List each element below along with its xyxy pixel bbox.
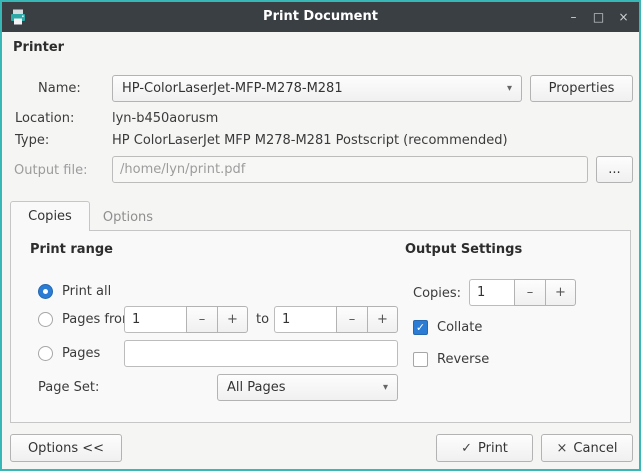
page-from-spinner: 1 – +	[124, 306, 248, 333]
reverse-label: Reverse	[437, 352, 489, 367]
output-file-label: Output file:	[14, 163, 87, 178]
location-value: lyn-b450aorusm	[112, 111, 218, 126]
pages-label: Pages	[62, 346, 100, 361]
tab-copies[interactable]: Copies	[10, 201, 90, 231]
checkmark-icon: ✓	[416, 321, 425, 334]
to-label: to	[256, 312, 269, 327]
maximize-icon[interactable]: □	[586, 5, 611, 29]
reverse-checkbox[interactable]	[413, 352, 428, 367]
window-controls: – □ ×	[561, 2, 636, 32]
titlebar[interactable]: Print Document – □ ×	[2, 2, 639, 32]
close-icon[interactable]: ×	[611, 5, 636, 29]
minus-icon[interactable]: –	[186, 306, 217, 333]
pages-input[interactable]	[124, 340, 398, 367]
check-icon: ✓	[461, 441, 472, 456]
type-value: HP ColorLaserJet MFP M278-M281 Postscrip…	[112, 133, 508, 148]
name-label: Name:	[38, 81, 81, 96]
page-set-value: All Pages	[227, 380, 286, 395]
printer-section-heading: Printer	[13, 40, 64, 55]
print-range-heading: Print range	[30, 242, 113, 257]
copies-tab-panel: Print range Print all Pages from 1 – + t…	[10, 230, 631, 423]
print-button[interactable]: ✓ Print	[436, 434, 533, 462]
options-toggle-button[interactable]: Options <<	[10, 434, 122, 462]
window-title: Print Document	[2, 2, 639, 32]
cancel-button[interactable]: × Cancel	[541, 434, 633, 462]
output-file-input[interactable]	[112, 156, 588, 183]
copies-spinner: 1 – +	[469, 279, 576, 306]
chevron-down-icon: ▾	[507, 83, 512, 94]
plus-icon[interactable]: +	[367, 306, 398, 333]
minus-icon[interactable]: –	[336, 306, 367, 333]
collate-checkbox[interactable]: ✓	[413, 320, 428, 335]
copies-label: Copies:	[413, 286, 461, 301]
page-from-value[interactable]: 1	[124, 306, 186, 333]
copies-value[interactable]: 1	[469, 279, 514, 306]
page-set-combobox[interactable]: All Pages ▾	[217, 374, 398, 401]
plus-icon[interactable]: +	[545, 279, 576, 306]
location-label: Location:	[15, 111, 74, 126]
page-to-spinner: 1 – +	[274, 306, 398, 333]
printer-name-combobox[interactable]: HP-ColorLaserJet-MFP-M278-M281 ▾	[112, 75, 522, 102]
cancel-button-label: Cancel	[573, 441, 617, 456]
page-to-value[interactable]: 1	[274, 306, 336, 333]
print-dialog-window: Print Document – □ × Printer Name: HP-Co…	[0, 0, 641, 471]
minus-icon[interactable]: –	[514, 279, 545, 306]
type-label: Type:	[15, 133, 49, 148]
plus-icon[interactable]: +	[217, 306, 248, 333]
chevron-down-icon: ▾	[383, 382, 388, 393]
minimize-icon[interactable]: –	[561, 5, 586, 29]
collate-label: Collate	[437, 320, 482, 335]
print-button-label: Print	[478, 441, 508, 456]
printer-name-value: HP-ColorLaserJet-MFP-M278-M281	[122, 81, 343, 96]
pages-from-radio[interactable]	[38, 312, 53, 327]
tab-options[interactable]: Options	[90, 203, 166, 231]
print-all-radio[interactable]	[38, 284, 53, 299]
page-set-label: Page Set:	[38, 380, 99, 395]
print-all-label: Print all	[62, 284, 111, 299]
cross-icon: ×	[557, 441, 568, 456]
output-settings-heading: Output Settings	[405, 242, 522, 257]
browse-button[interactable]: ...	[596, 156, 633, 183]
pages-radio[interactable]	[38, 346, 53, 361]
properties-button[interactable]: Properties	[530, 75, 633, 102]
